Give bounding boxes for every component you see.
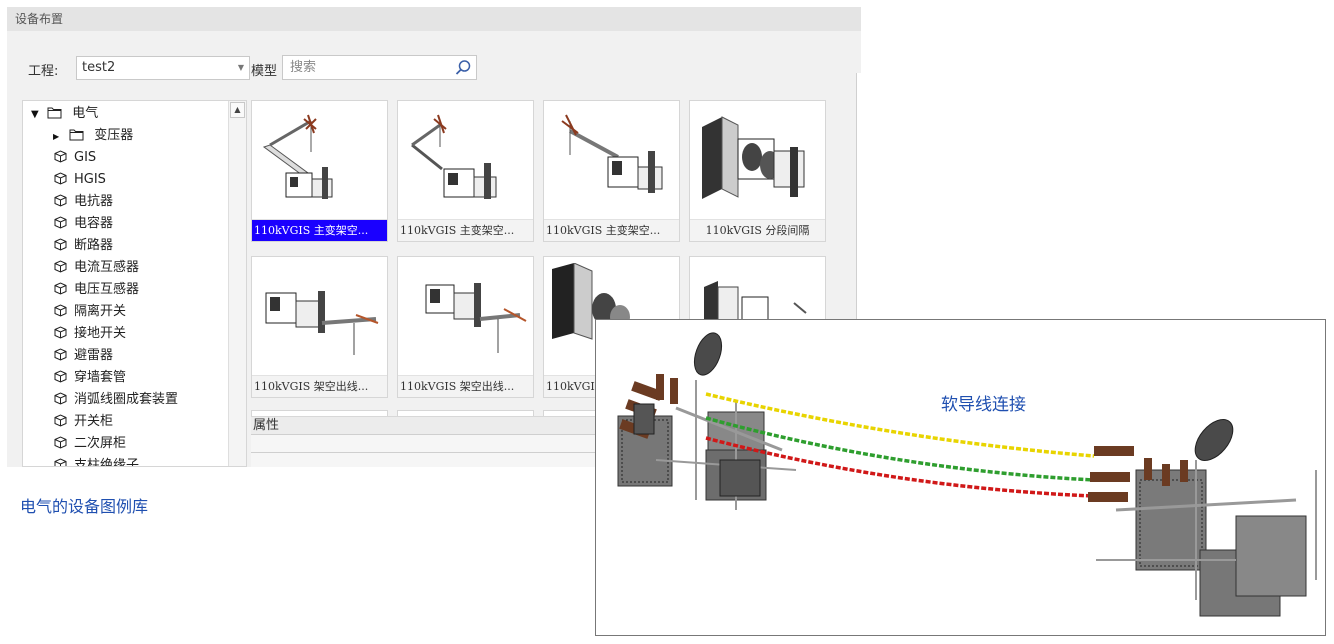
cube-icon [54, 348, 67, 361]
gis-model-image [411, 114, 497, 199]
tree-item-label: 接地开关 [74, 326, 127, 341]
cube-icon [54, 216, 67, 229]
gis-model-image [265, 291, 379, 355]
cube-icon [54, 392, 67, 405]
cube-icon [54, 150, 67, 163]
equipment-thumbnail[interactable]: 110kVGIS 分段间隔 [689, 100, 826, 242]
model-label: 模型 [251, 64, 278, 79]
cube-icon [54, 304, 67, 317]
tree-item[interactable]: 支柱绝缘子 [53, 456, 140, 467]
thumbnail-caption: 110kVGIS 主变架空... [544, 219, 679, 241]
tree-item-label: 支柱绝缘子 [74, 458, 140, 467]
tree-item[interactable]: 电抗器 [53, 192, 113, 212]
gis-model-image [262, 114, 333, 199]
tree-item[interactable]: 电流互感器 [53, 258, 139, 278]
window-title: 设备布置 [7, 7, 861, 31]
tree-item[interactable]: 接地开关 [53, 324, 126, 344]
folder-icon [47, 107, 62, 119]
cube-icon [54, 172, 67, 185]
tree-item-label: 电抗器 [74, 194, 114, 209]
tree-item-label: GIS [74, 150, 97, 165]
thumbnail-caption: 110kVGIS 架空出线... [398, 375, 533, 397]
chevron-down-icon[interactable]: ▼ [238, 57, 244, 79]
tree-item[interactable]: 避雷器 [53, 346, 113, 366]
cube-icon [54, 370, 67, 383]
tree-item-label: 开关柜 [74, 414, 114, 429]
expanded-arrow-icon[interactable]: ▼ [31, 105, 43, 125]
equipment-thumbnail[interactable]: 110kVGIS 架空出线... [397, 256, 534, 398]
tree-item[interactable]: 消弧线圈成套装置 [53, 390, 178, 410]
tree-item[interactable]: GIS [53, 148, 96, 168]
cube-icon [54, 260, 67, 273]
tree-item-label: 穿墙套管 [74, 370, 127, 385]
tree-item[interactable]: 二次屏柜 [53, 434, 126, 454]
thumbnail-caption: 110kVGIS 主变架空... [398, 219, 533, 241]
tree-item-label: 断路器 [74, 238, 114, 253]
library-caption: 电气的设备图例库 [20, 497, 149, 516]
tree-folder-transformer[interactable]: ▶ 变压器 [53, 126, 133, 146]
thumbnail-caption: 110kVGIS 主变架空... [252, 219, 387, 241]
search-placeholder: 搜索 [290, 60, 317, 75]
project-value: test2 [82, 60, 116, 75]
gis-model-image [561, 114, 663, 193]
tree-item-label: 电容器 [74, 216, 114, 231]
cube-icon [54, 238, 67, 251]
soft-conductor-render: 软导线连接 [595, 319, 1326, 636]
render-caption: 软导线连接 [941, 395, 1026, 415]
cube-icon [54, 458, 67, 466]
tree-scrollbar[interactable]: ▲ [228, 101, 246, 466]
tree-root-electrical[interactable]: ▼ 电气 [31, 104, 98, 124]
equipment-thumbnail[interactable]: 110kVGIS 主变架空... [543, 100, 680, 242]
equipment-thumbnail[interactable]: 110kVGIS 架空出线... [251, 256, 388, 398]
gis-model-image [702, 116, 805, 199]
tree-folder-label: 变压器 [94, 128, 134, 143]
cube-icon [54, 414, 67, 427]
substation-3d-image [617, 332, 1317, 617]
equipment-tree: ▼ 电气 ▶ 变压器 GIS HGIS 电抗器电容器断路器电流互感器电压互感器隔离开… [22, 100, 247, 467]
tree-item-label: 电压互感器 [74, 282, 140, 297]
tree-item[interactable]: 电容器 [53, 214, 113, 234]
tree-item[interactable]: 电压互感器 [53, 280, 139, 300]
project-select[interactable]: test2 ▼ [76, 56, 250, 80]
gis-model-image [425, 283, 527, 353]
tree-item-label: 二次屏柜 [74, 436, 127, 451]
cube-icon [54, 194, 67, 207]
tree-item-label: 避雷器 [74, 348, 114, 363]
thumbnail-caption: 110kVGIS 架空出线... [252, 375, 387, 397]
tree-item-label: 电流互感器 [74, 260, 140, 275]
search-icon[interactable] [454, 59, 472, 77]
right-transformer-group [1088, 419, 1317, 617]
tree-item-label: 隔离开关 [74, 304, 127, 319]
cube-icon [54, 282, 67, 295]
equipment-thumbnail[interactable]: 110kVGIS 主变架空... [397, 100, 534, 242]
equipment-thumbnail[interactable]: 110kVGIS 主变架空... [251, 100, 388, 242]
tree-item[interactable]: HGIS [53, 170, 106, 190]
tree-item[interactable]: 隔离开关 [53, 302, 126, 322]
search-input[interactable]: 搜索 [282, 55, 477, 80]
tree-item[interactable]: 开关柜 [53, 412, 113, 432]
thumbnail-caption: 110kVGIS 分段间隔 [690, 219, 825, 241]
scroll-up-icon[interactable]: ▲ [230, 102, 245, 118]
project-label: 工程: [28, 64, 59, 79]
tree-item[interactable]: 断路器 [53, 236, 113, 256]
folder-icon [69, 129, 84, 141]
cube-icon [54, 326, 67, 339]
tree-item-label: HGIS [74, 172, 106, 187]
tree-root-label: 电气 [72, 106, 99, 121]
tree-item[interactable]: 穿墙套管 [53, 368, 126, 388]
collapsed-arrow-icon[interactable]: ▶ [53, 127, 65, 147]
cube-icon [54, 436, 67, 449]
tree-item-label: 消弧线圈成套装置 [74, 392, 179, 407]
